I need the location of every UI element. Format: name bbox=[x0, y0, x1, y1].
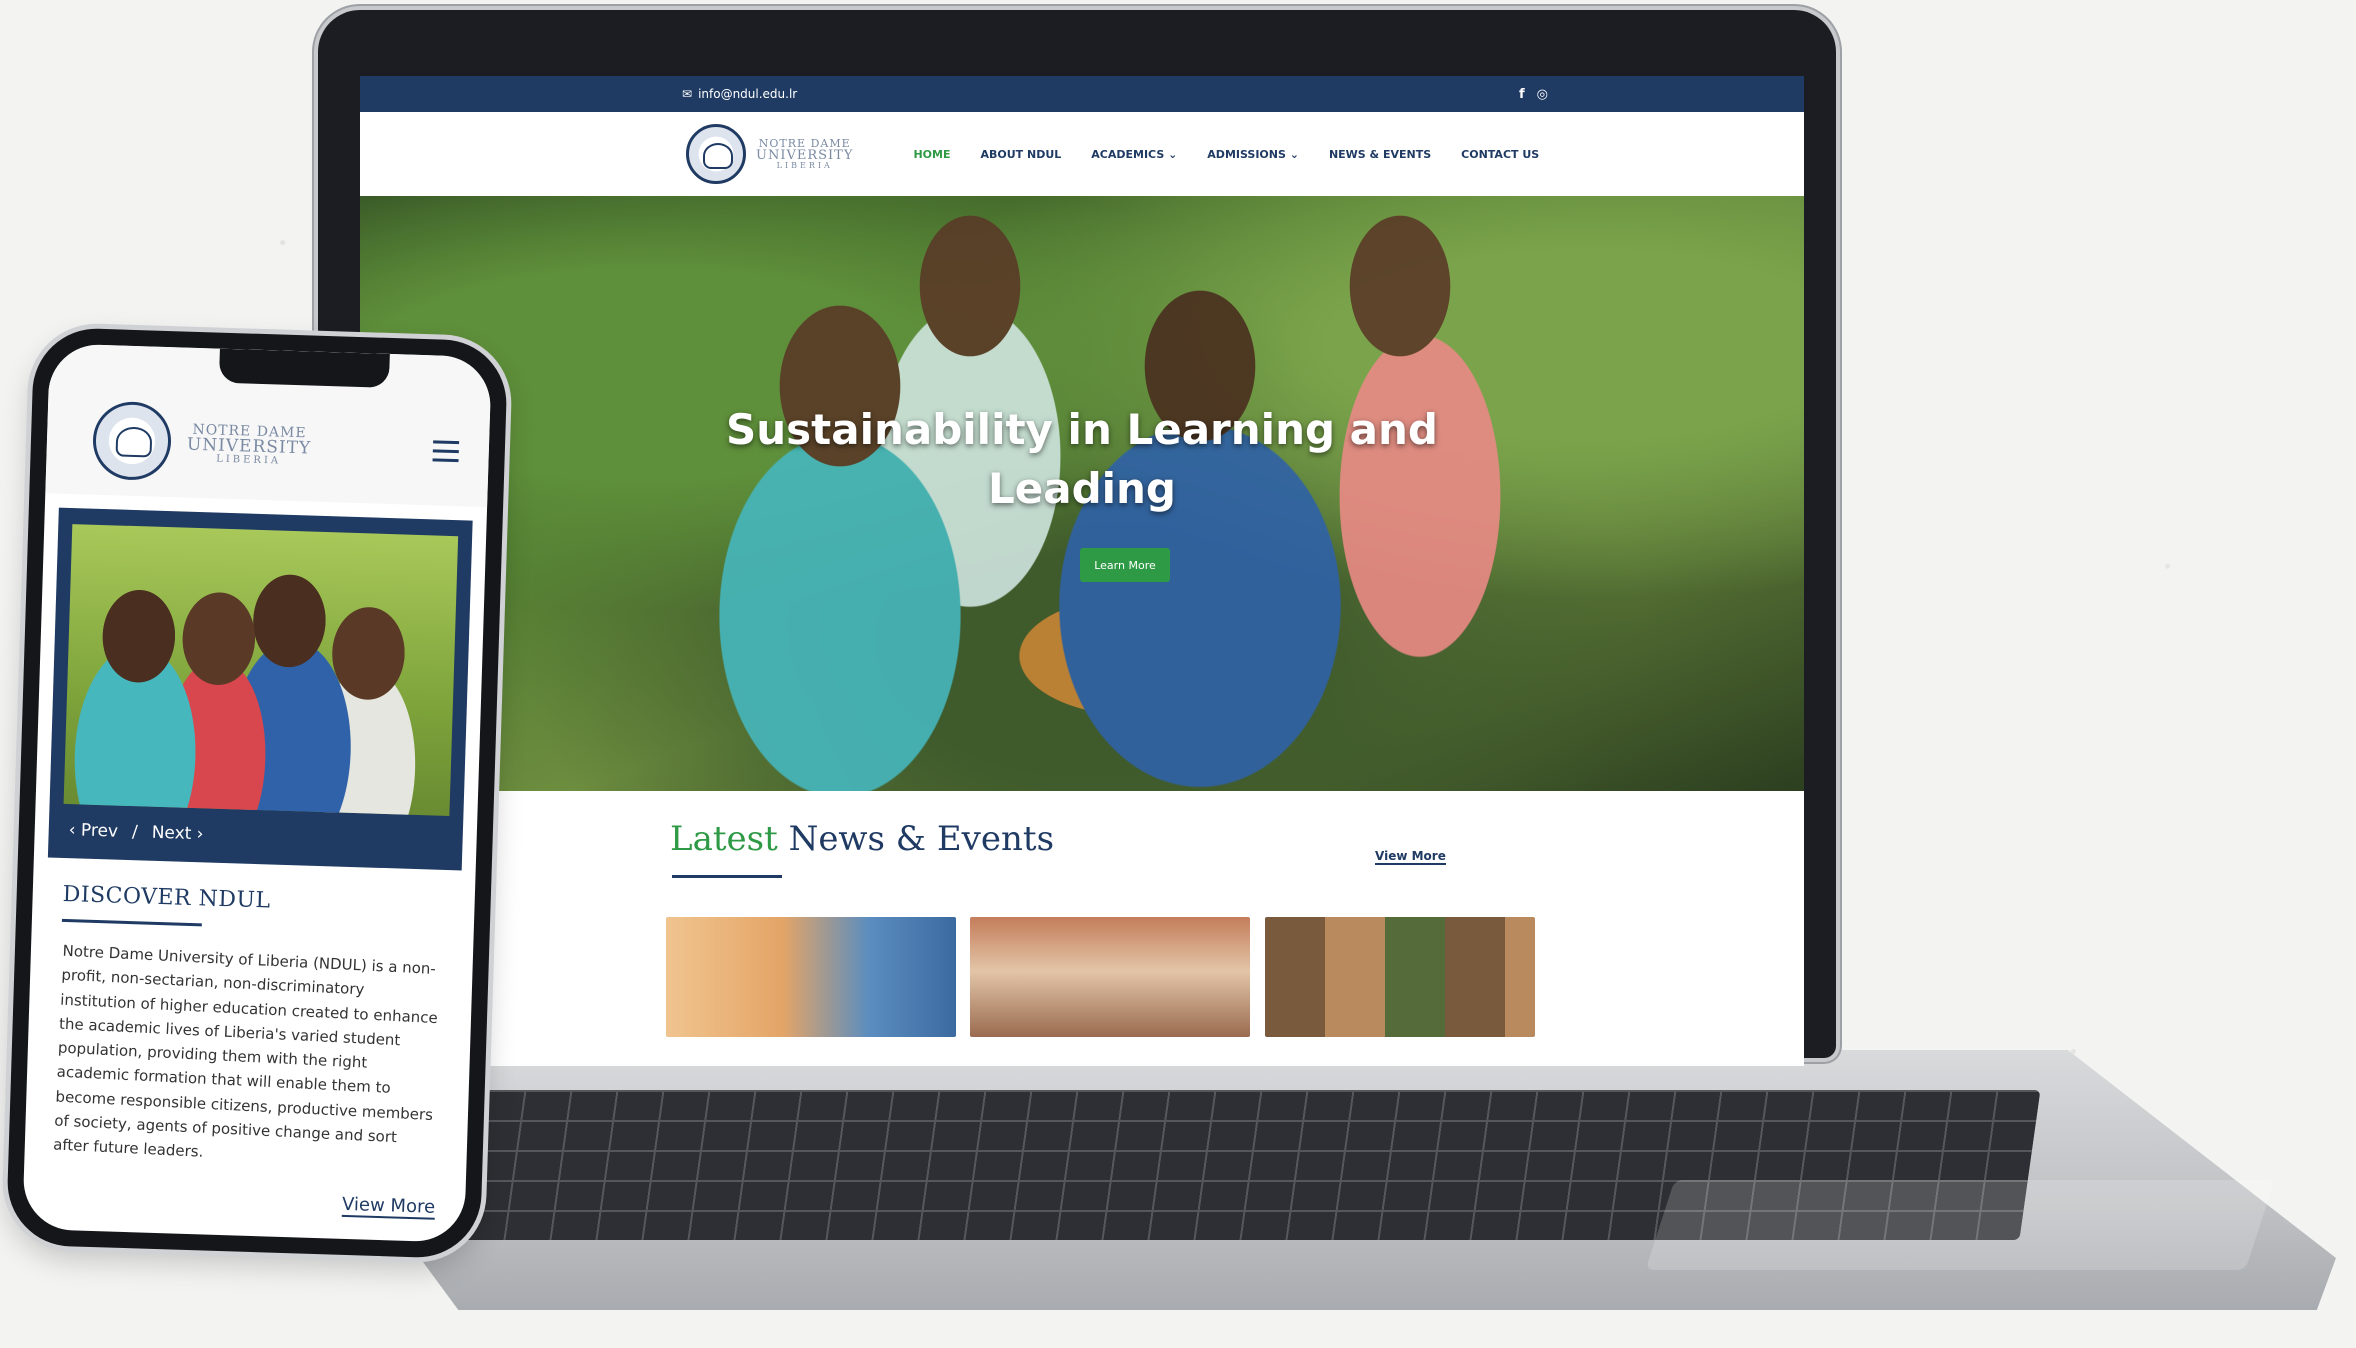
mobile-logo-wordmark: NOTRE DAME UNIVERSITY LIBERIA bbox=[186, 421, 312, 467]
discover-section: DISCOVER NDUL Notre Dame University of L… bbox=[24, 857, 475, 1173]
discover-body: Notre Dame University of Liberia (NDUL) … bbox=[52, 941, 439, 1162]
main-nav: HOME ABOUT NDUL ACADEMICS ⌄ ADMISSIONS ⌄… bbox=[913, 148, 1539, 161]
email-text: info@ndul.edu.lr bbox=[698, 87, 798, 101]
topbar-email[interactable]: ✉ info@ndul.edu.lr bbox=[682, 87, 797, 101]
slider-next-button[interactable]: Next › bbox=[151, 823, 203, 845]
phone-screen: NOTRE DAME UNIVERSITY LIBERIA ‹ Prev / N… bbox=[22, 343, 492, 1243]
social-links: f ◎ bbox=[1519, 87, 1548, 102]
hero-banner: Sustainability in Learning and Leading L… bbox=[360, 196, 1804, 791]
nav-about[interactable]: ABOUT NDUL bbox=[980, 148, 1061, 161]
site-logo[interactable]: NOTRE DAME UNIVERSITY LIBERIA bbox=[686, 124, 853, 184]
laptop-trackpad bbox=[1645, 1180, 2275, 1270]
phone-notch bbox=[218, 348, 390, 388]
nav-admissions[interactable]: ADMISSIONS ⌄ bbox=[1207, 148, 1299, 161]
logo-line-3: LIBERIA bbox=[776, 161, 833, 170]
mobile-logo[interactable]: NOTRE DAME UNIVERSITY LIBERIA bbox=[91, 400, 313, 486]
mobile-slider: ‹ Prev / Next › bbox=[47, 507, 473, 871]
university-seal-icon bbox=[686, 124, 746, 184]
laptop-lid: ✉ info@ndul.edu.lr f ◎ NOTRE DAME UNIVER… bbox=[318, 10, 1836, 1066]
news-view-more-link[interactable]: View More bbox=[1375, 849, 1446, 865]
learn-more-button[interactable]: Learn More bbox=[1080, 548, 1170, 582]
news-heading-text: News & Events bbox=[788, 819, 1055, 859]
heading-underline bbox=[61, 918, 202, 927]
hero-title-line-1: Sustainability in Learning and bbox=[726, 405, 1438, 454]
nav-news-events[interactable]: NEWS & EVENTS bbox=[1329, 148, 1431, 161]
slider-separator: / bbox=[131, 822, 139, 843]
nav-home[interactable]: HOME bbox=[913, 148, 950, 161]
nav-contact[interactable]: CONTACT US bbox=[1461, 148, 1539, 161]
logo-wordmark: NOTRE DAME UNIVERSITY LIBERIA bbox=[756, 138, 853, 170]
news-heading: Latest News & Events bbox=[670, 819, 1054, 859]
discover-view-more-link[interactable]: View More bbox=[341, 1193, 436, 1220]
site-navbar: NOTRE DAME UNIVERSITY LIBERIA HOME ABOUT… bbox=[360, 112, 1804, 196]
slider-pager: ‹ Prev / Next › bbox=[68, 820, 203, 844]
news-thumbnail[interactable] bbox=[970, 917, 1250, 1037]
laptop-screen: ✉ info@ndul.edu.lr f ◎ NOTRE DAME UNIVER… bbox=[360, 76, 1804, 1066]
news-section: Latest News & Events View More bbox=[360, 791, 1804, 1066]
news-thumbnail[interactable] bbox=[1265, 917, 1535, 1037]
site-topbar: ✉ info@ndul.edu.lr f ◎ bbox=[360, 76, 1804, 112]
university-seal-icon bbox=[91, 400, 173, 482]
hamburger-menu-icon[interactable] bbox=[432, 439, 460, 462]
heading-underline bbox=[672, 875, 782, 878]
slider-prev-button[interactable]: ‹ Prev bbox=[68, 820, 118, 842]
phone-device: NOTRE DAME UNIVERSITY LIBERIA ‹ Prev / N… bbox=[5, 326, 509, 1260]
hero-title: Sustainability in Learning and Leading bbox=[360, 401, 1804, 519]
discover-heading: DISCOVER NDUL bbox=[62, 881, 271, 914]
news-thumbnail[interactable] bbox=[666, 917, 956, 1037]
mail-icon: ✉ bbox=[682, 87, 693, 101]
nav-academics[interactable]: ACADEMICS ⌄ bbox=[1091, 148, 1177, 161]
news-heading-accent: Latest bbox=[670, 819, 778, 859]
slider-photo bbox=[63, 524, 459, 817]
instagram-icon[interactable]: ◎ bbox=[1537, 87, 1548, 102]
hero-title-line-2: Leading bbox=[987, 463, 1176, 513]
facebook-icon[interactable]: f bbox=[1519, 87, 1525, 102]
